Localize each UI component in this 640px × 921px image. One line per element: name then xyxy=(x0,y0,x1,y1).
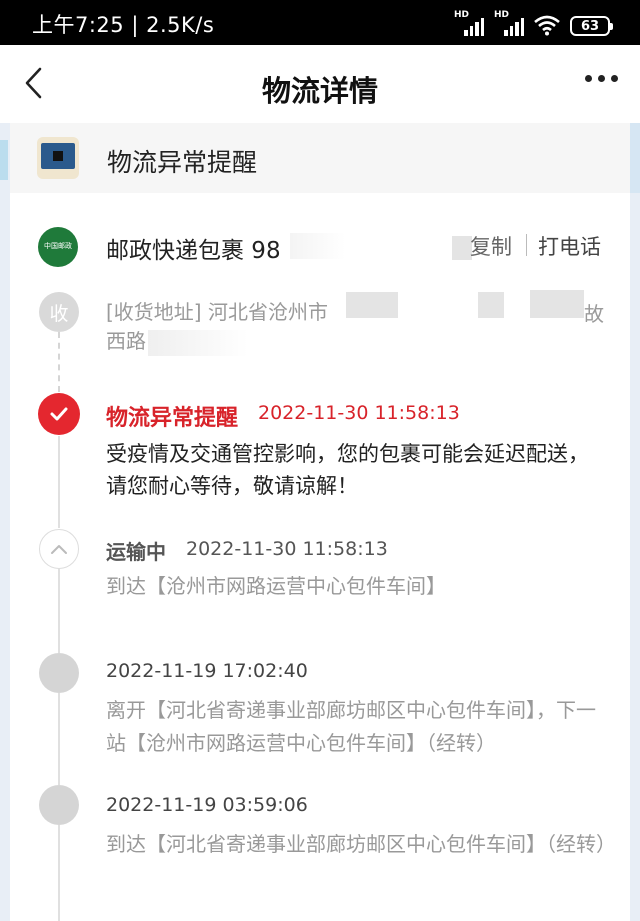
timeline-connector xyxy=(58,569,60,653)
event-description: 离开【河北省寄递事业部廊坊邮区中心包件车间】，下一站【沧州市网路运营中心包件车间… xyxy=(106,698,596,755)
timeline-connector xyxy=(58,825,60,921)
status-time-speed: 上午7:25 | 2.5K/s xyxy=(32,13,215,37)
signal-icon: HD xyxy=(454,10,484,36)
event-description: 受疫情及交通管控影响，您的包裹可能会延迟配送，请您耐心等待，敬请谅解！ xyxy=(106,442,589,498)
logo-text: 中国邮政 xyxy=(44,242,72,251)
wifi-icon xyxy=(534,15,560,36)
timeline-dot xyxy=(39,785,79,825)
event-time: 2022-11-30 11:58:13 xyxy=(258,402,460,424)
redacted-area xyxy=(530,290,584,318)
redacted-area xyxy=(346,292,398,318)
battery-level: 63 xyxy=(580,18,600,34)
address-line2: 西路 xyxy=(106,329,146,353)
signal-icon: HD xyxy=(494,10,524,36)
carrier-tracking-number: 邮政快递包裹 98 xyxy=(106,238,281,264)
background-edge xyxy=(0,140,8,180)
timeline-connector xyxy=(58,693,60,785)
copy-button[interactable]: 复制 xyxy=(470,231,512,261)
event-description: 到达【沧州市网路运营中心包件车间】 xyxy=(106,574,446,598)
alert-banner-text: 物流异常提醒 xyxy=(107,148,258,177)
redacted-area xyxy=(452,236,472,260)
status-bar: 上午7:25 | 2.5K/s HD HD 63 xyxy=(0,0,640,45)
event-status: 运输中 xyxy=(106,540,166,564)
redacted-area xyxy=(148,330,248,356)
redacted-area xyxy=(290,233,346,259)
receive-badge: 收 xyxy=(39,292,79,332)
timeline-connector xyxy=(58,332,60,392)
event-time: 2022-11-19 17:02:40 xyxy=(106,660,308,682)
event-time: 2022-11-30 11:58:13 xyxy=(186,538,388,560)
more-dots-icon[interactable] xyxy=(585,75,618,82)
product-thumbnail xyxy=(37,137,79,179)
nav-bar: 物流详情 xyxy=(0,45,640,123)
chevron-up-icon[interactable] xyxy=(39,529,79,569)
china-post-logo: 中国邮政 xyxy=(38,227,78,267)
timeline-connector xyxy=(58,436,60,528)
address-label: [收货地址] 河北省沧州市 xyxy=(106,300,328,324)
timeline-dot xyxy=(39,653,79,693)
background-edge xyxy=(630,123,640,193)
battery-icon: 63 xyxy=(570,16,613,36)
check-icon xyxy=(38,393,80,435)
redacted-area xyxy=(478,292,504,318)
address-suffix: 故 xyxy=(584,302,604,326)
divider xyxy=(526,234,527,256)
logistics-alert-banner[interactable]: 物流异常提醒 xyxy=(10,123,630,193)
event-status: 物流异常提醒 xyxy=(106,406,239,431)
call-button[interactable]: 打电话 xyxy=(538,231,601,261)
status-icons: HD HD 63 xyxy=(454,10,613,36)
event-time: 2022-11-19 03:59:06 xyxy=(106,794,308,816)
event-description: 到达【河北省寄递事业部廊坊邮区中心包件车间】（经转） xyxy=(106,832,616,856)
page-title: 物流详情 xyxy=(261,74,378,108)
